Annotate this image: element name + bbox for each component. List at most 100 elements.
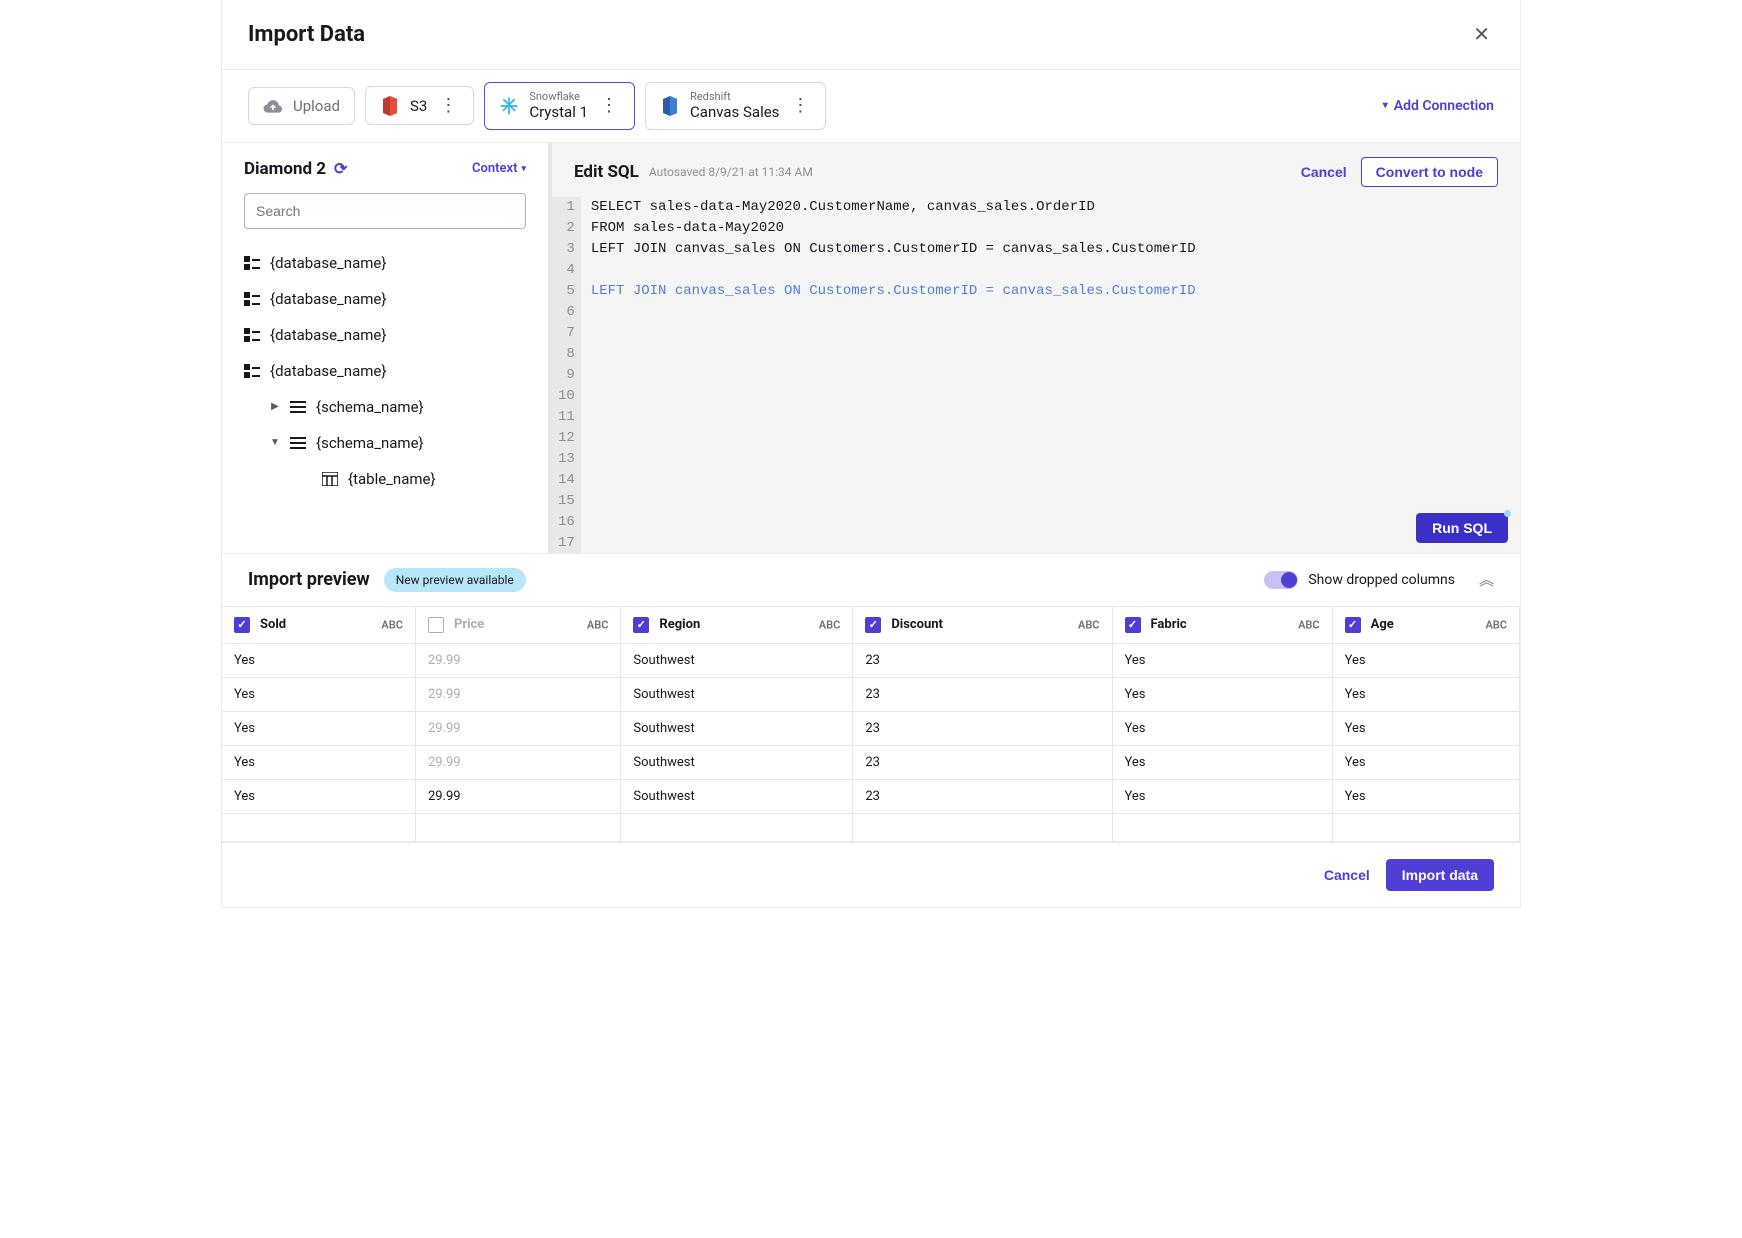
- s3-chip[interactable]: S3 ⋮: [365, 86, 474, 125]
- snowflake-chip[interactable]: Snowflake Crystal 1 ⋮: [484, 82, 635, 130]
- database-item[interactable]: {database_name}: [244, 317, 526, 353]
- column-name: Fabric: [1151, 617, 1187, 632]
- editor-title: Edit SQL: [574, 162, 639, 182]
- schema-icon: [290, 401, 306, 413]
- schema-label: {schema_name}: [316, 434, 424, 452]
- database-item[interactable]: {database_name}: [244, 281, 526, 317]
- line-number: 16: [558, 512, 575, 533]
- database-item[interactable]: {database_name}: [244, 353, 526, 389]
- snowflake-menu-button[interactable]: ⋮: [598, 95, 620, 116]
- table-row: [222, 813, 1520, 841]
- redshift-chip[interactable]: Redshift Canvas Sales ⋮: [645, 82, 826, 130]
- schema-item[interactable]: ▶ {schema_name}: [244, 389, 526, 425]
- line-number: 13: [558, 449, 575, 470]
- table-cell: 23: [853, 677, 1112, 711]
- sidebar: Diamond 2 ⟳ Context ▾ {database_name}: [222, 143, 552, 553]
- column-header-region[interactable]: ✓Region ABC: [621, 606, 853, 643]
- line-number: 9: [558, 365, 575, 386]
- redshift-menu-button[interactable]: ⋮: [789, 95, 811, 116]
- table-cell: [853, 813, 1112, 841]
- column-name: Price: [454, 617, 484, 632]
- table-cell: 23: [853, 711, 1112, 745]
- column-header-age[interactable]: ✓Age ABC: [1332, 606, 1519, 643]
- schema-icon: [290, 437, 306, 449]
- modal-footer: Cancel Import data: [222, 842, 1520, 907]
- schema-item[interactable]: ▼ {schema_name}: [244, 425, 526, 461]
- column-header-discount[interactable]: ✓Discount ABC: [853, 606, 1112, 643]
- column-header-price[interactable]: ✓ Price ABC: [415, 606, 620, 643]
- convert-to-node-button[interactable]: Convert to node: [1361, 157, 1498, 187]
- column-header-fabric[interactable]: ✓ Fabric ABC: [1112, 606, 1332, 643]
- show-dropped-label: Show dropped columns: [1308, 572, 1455, 588]
- table-cell: Southwest: [621, 745, 853, 779]
- line-number: 1: [558, 197, 575, 218]
- column-type: ABC: [1298, 618, 1320, 631]
- column-checkbox[interactable]: ✓: [1125, 617, 1141, 633]
- line-number: 2: [558, 218, 575, 239]
- cloud-upload-icon: [263, 96, 283, 116]
- collapse-button[interactable]: ︽: [1479, 569, 1494, 590]
- table-cell: Yes: [1112, 745, 1332, 779]
- footer-cancel-button[interactable]: Cancel: [1324, 867, 1370, 883]
- column-checkbox[interactable]: ✓: [633, 617, 649, 633]
- table-cell: Yes: [1332, 711, 1519, 745]
- table-cell: 29.99: [415, 643, 620, 677]
- table-cell: [621, 813, 853, 841]
- column-checkbox[interactable]: ✓: [1345, 617, 1361, 633]
- import-data-button[interactable]: Import data: [1386, 859, 1494, 891]
- page-title: Import Data: [248, 22, 365, 47]
- line-number: 5: [558, 281, 575, 302]
- table-cell: [1332, 813, 1519, 841]
- show-dropped-toggle[interactable]: [1264, 571, 1298, 589]
- sql-editor-panel: Edit SQL Autosaved 8/9/21 at 11:34 AM Ca…: [552, 143, 1520, 553]
- column-header-sold[interactable]: ✓Sold ABC: [222, 606, 415, 643]
- context-button[interactable]: Context ▾: [472, 161, 526, 176]
- table-item[interactable]: {table_name}: [244, 461, 526, 497]
- preview-title: Import preview: [248, 569, 370, 590]
- column-type: ABC: [587, 618, 609, 631]
- table-label: {table_name}: [348, 470, 436, 488]
- database-icon: [244, 364, 260, 378]
- column-checkbox[interactable]: ✓: [234, 617, 250, 633]
- table-cell: 29.99: [415, 745, 620, 779]
- line-number: 17: [558, 533, 575, 553]
- database-icon: [244, 328, 260, 342]
- sql-code-editor[interactable]: 1234567891011121314151617 SELECT sales-d…: [552, 197, 1520, 553]
- column-checkbox[interactable]: ✓: [865, 617, 881, 633]
- table-cell: Yes: [222, 745, 415, 779]
- table-cell: 23: [853, 745, 1112, 779]
- close-button[interactable]: ✕: [1469, 18, 1494, 51]
- column-name: Region: [659, 617, 700, 632]
- table-row: Yes29.99Southwest23YesYes: [222, 677, 1520, 711]
- refresh-icon: ⟳: [334, 159, 347, 178]
- column-type: ABC: [381, 618, 403, 631]
- table-cell: [222, 813, 415, 841]
- line-number: 7: [558, 323, 575, 344]
- editor-cancel-button[interactable]: Cancel: [1301, 164, 1347, 180]
- chevron-down-icon: ▾: [1383, 100, 1388, 111]
- upload-chip[interactable]: Upload: [248, 87, 355, 125]
- code-line: LEFT JOIN canvas_sales ON Customers.Cust…: [591, 281, 1510, 302]
- table-cell: Southwest: [621, 779, 853, 813]
- run-sql-button[interactable]: Run SQL: [1416, 513, 1508, 543]
- table-cell: 23: [853, 779, 1112, 813]
- add-connection-button[interactable]: ▾ Add Connection: [1383, 98, 1494, 114]
- code-line: [591, 260, 1510, 281]
- line-number: 15: [558, 491, 575, 512]
- line-number: 10: [558, 386, 575, 407]
- chevron-down-icon: ▾: [521, 164, 526, 174]
- code-line: LEFT JOIN canvas_sales ON Customers.Cust…: [591, 239, 1510, 260]
- autosave-text: Autosaved 8/9/21 at 11:34 AM: [649, 165, 813, 179]
- new-preview-badge[interactable]: New preview available: [384, 568, 526, 592]
- database-icon: [244, 292, 260, 306]
- column-checkbox[interactable]: ✓: [428, 617, 444, 633]
- database-item[interactable]: {database_name}: [244, 245, 526, 281]
- refresh-button[interactable]: ⟳: [334, 159, 347, 178]
- table-cell: 23: [853, 643, 1112, 677]
- table-cell: 29.99: [415, 779, 620, 813]
- table-row: Yes29.99Southwest23YesYes: [222, 643, 1520, 677]
- snowflake-icon: [499, 96, 519, 116]
- s3-menu-button[interactable]: ⋮: [437, 95, 459, 116]
- search-input[interactable]: [244, 193, 526, 229]
- caret-down-icon: ▼: [270, 437, 280, 448]
